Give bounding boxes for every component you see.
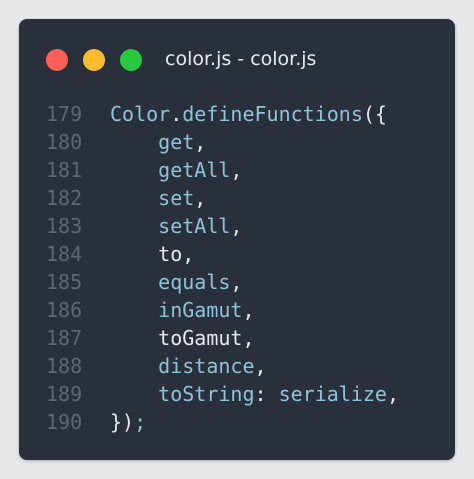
code-token: , [194,186,207,210]
code-token: , [182,242,195,266]
code-text: toString: serialize, [110,380,399,408]
code-line: 189 toString: serialize, [19,380,455,408]
line-number: 188 [46,354,83,378]
code-line: 182 set, [19,184,455,212]
code-token: ; [134,410,147,434]
code-token: , [230,214,243,238]
close-button[interactable] [46,49,68,71]
code-line: 184 to, [19,240,455,268]
line-number: 180 [46,130,83,154]
code-token: get [158,130,195,154]
code-line: 188 distance, [19,352,455,380]
code-window: color.js - color.js 179 Color.defineFunct… [19,19,455,460]
code-line: 187 toGamut, [19,324,455,352]
line-number: 181 [46,158,83,182]
line-number: 183 [46,214,83,238]
code-token: , [386,382,400,406]
code-text: get, [110,128,206,156]
code-token: , [230,270,243,294]
code-token: serialize [278,382,387,406]
code-token: , [254,354,267,378]
code-token: ({ [362,102,387,126]
line-number: 189 [46,382,83,406]
code-line: 186 inGamut, [19,296,455,324]
code-token: : [254,382,279,406]
code-token: distance [158,354,255,378]
code-token: }) [110,410,135,434]
code-line: 185 equals, [19,268,455,296]
code-line: 190}); [19,408,455,436]
code-token: , [230,158,243,182]
line-number: 179 [46,102,83,126]
code-text: getAll, [110,156,242,184]
code-line: 183 setAll, [19,212,455,240]
code-token: to [158,242,183,266]
maximize-button[interactable] [120,49,142,71]
code-text: inGamut, [110,296,255,324]
line-number: 182 [46,186,83,210]
code-text: toGamut, [110,324,255,352]
code-line: 181 getAll, [19,156,455,184]
code-token: defineFunctions [182,102,363,126]
line-number: 187 [46,326,83,350]
code-text: set, [110,184,206,212]
title-bar: color.js - color.js [19,19,455,99]
code-token: Color [110,102,171,126]
code-token: equals [158,270,231,294]
code-token: , [194,130,207,154]
code-text: distance, [110,352,267,380]
line-number: 186 [46,298,83,322]
code-text: setAll, [110,212,242,240]
code-line: 179 Color.defineFunctions({ [19,100,455,128]
code-line: 180 get, [19,128,455,156]
line-number: 184 [46,242,83,266]
code-token: , [242,326,255,350]
code-text: equals, [110,268,242,296]
code-token: getAll [158,158,231,182]
window-title: color.js - color.js [165,48,317,70]
code-token: , [242,298,255,322]
code-text: Color.defineFunctions({ [110,100,387,128]
line-number: 190 [46,410,83,434]
code-token: . [170,102,183,126]
code-token: toGamut [158,326,243,350]
code-token: inGamut [158,298,243,322]
code-text: }); [110,408,146,436]
line-number: 185 [46,270,83,294]
code-text: to, [110,240,194,268]
code-editor[interactable]: 179 Color.defineFunctions({180 get, 181 ge… [19,100,455,436]
code-token: set [158,186,195,210]
code-token: setAll [158,214,231,238]
code-token: toString [158,382,255,406]
minimize-button[interactable] [83,49,105,71]
